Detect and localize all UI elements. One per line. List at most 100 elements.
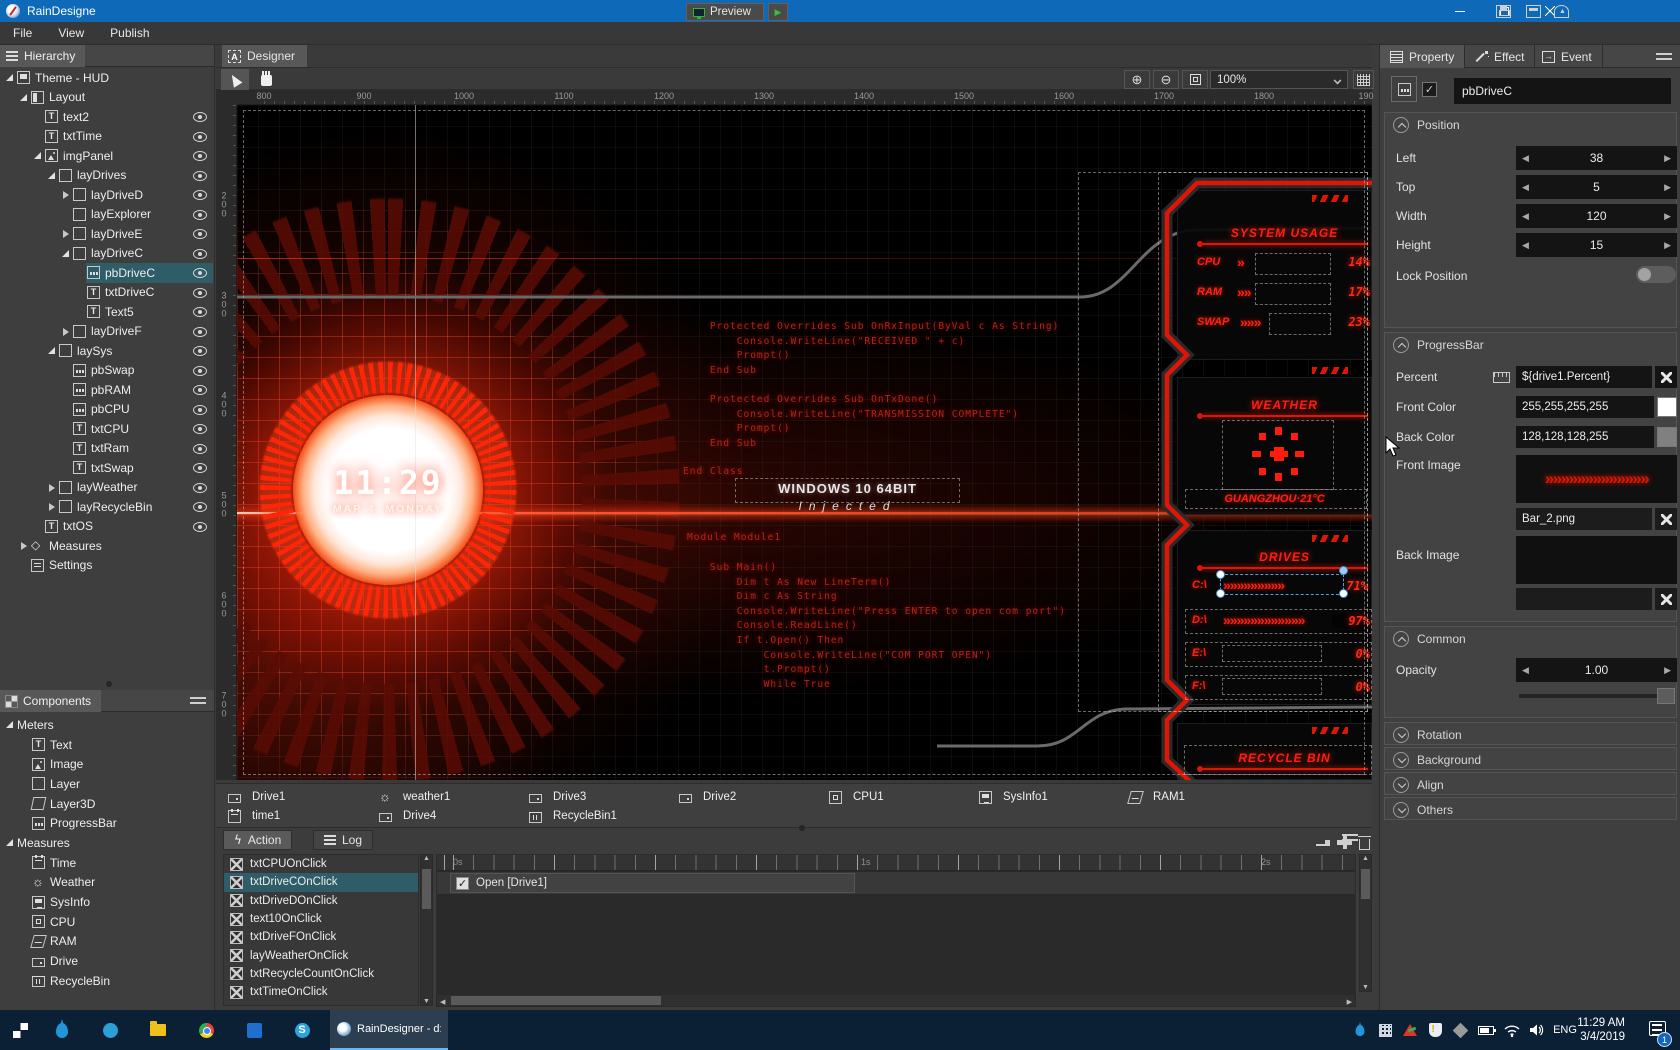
event-checkbox[interactable]: ✓ bbox=[456, 877, 469, 890]
action-item[interactable]: txtTimeOnClick bbox=[224, 983, 418, 1001]
tree-item-layout[interactable]: Layout bbox=[0, 88, 214, 108]
decrement-icon[interactable]: ◀ bbox=[1522, 153, 1529, 164]
collapse-chevron-icon[interactable] bbox=[1393, 117, 1409, 133]
opacity-slider-track[interactable] bbox=[1519, 694, 1671, 698]
increment-icon[interactable]: ▶ bbox=[1664, 665, 1671, 676]
visibility-eye-icon[interactable] bbox=[193, 346, 207, 356]
visibility-eye-icon[interactable] bbox=[193, 463, 207, 473]
expanded-arrow-icon[interactable] bbox=[32, 146, 45, 166]
taskbar-skype-icon[interactable]: S bbox=[288, 1016, 316, 1044]
tree-item-pbcpu[interactable]: pbCPU bbox=[0, 400, 214, 420]
tree-item-settings[interactable]: Settings bbox=[0, 556, 214, 576]
collapsed-arrow-icon[interactable] bbox=[60, 322, 73, 342]
selection-handle[interactable] bbox=[1216, 589, 1225, 598]
add-event-icon[interactable] bbox=[1337, 836, 1352, 849]
designer-tab[interactable]: Designer bbox=[222, 45, 307, 67]
bar-item-drive4[interactable]: Drive4 bbox=[379, 807, 436, 825]
collapsed-arrow-icon[interactable] bbox=[46, 478, 59, 498]
bar-item-drive3[interactable]: Drive3 bbox=[529, 788, 586, 806]
increment-icon[interactable]: ▶ bbox=[1664, 153, 1671, 164]
visibility-eye-icon[interactable] bbox=[193, 522, 207, 532]
tree-item-txtos[interactable]: txtOS bbox=[0, 517, 214, 537]
hud-os-text[interactable]: WINDOWS 10 64BIT bbox=[735, 481, 960, 496]
front-image-preview[interactable]: »»»»»»»»»»»»» bbox=[1516, 455, 1677, 503]
save-icon[interactable] bbox=[1496, 5, 1511, 18]
collapse-chevron-icon[interactable] bbox=[1393, 337, 1409, 353]
taskbar-clock[interactable]: 11:29 AM 3/4/2019 bbox=[1577, 1010, 1625, 1050]
action-item[interactable]: txtCPUOnClick bbox=[224, 855, 418, 873]
collapsed-arrow-icon[interactable] bbox=[60, 224, 73, 244]
increment-icon[interactable]: ▶ bbox=[1664, 182, 1671, 193]
visibility-eye-icon[interactable] bbox=[193, 132, 207, 142]
taskbar-edge-icon[interactable] bbox=[96, 1016, 124, 1044]
element-enabled-checkbox[interactable]: ✓ bbox=[1422, 82, 1437, 97]
component-weather[interactable]: Weather bbox=[0, 873, 214, 893]
tray-language[interactable]: ENG bbox=[1550, 1010, 1580, 1050]
tree-item-txtdrivec[interactable]: txtDriveC bbox=[0, 283, 214, 303]
decrement-icon[interactable]: ◀ bbox=[1522, 182, 1529, 193]
selection-handle[interactable] bbox=[1339, 589, 1348, 598]
component-sysinfo[interactable]: SysInfo bbox=[0, 892, 214, 912]
taskbar-active-app[interactable]: RainDesigner - d:\E... bbox=[330, 1010, 448, 1050]
components-tab[interactable]: Components bbox=[0, 690, 101, 712]
visibility-eye-icon[interactable] bbox=[193, 366, 207, 376]
tab-effect[interactable]: Effect bbox=[1466, 45, 1535, 68]
tree-item-txtram[interactable]: txtRam bbox=[0, 439, 214, 459]
expanded-arrow-icon[interactable] bbox=[46, 341, 59, 361]
tree-item-imgpanel[interactable]: imgPanel bbox=[0, 146, 214, 166]
bar-item-weather1[interactable]: weather1 bbox=[379, 788, 450, 806]
decrement-icon[interactable]: ◀ bbox=[1522, 211, 1529, 222]
tree-item-laydrivee[interactable]: layDriveE bbox=[0, 224, 214, 244]
front-color-swatch[interactable] bbox=[1657, 397, 1677, 417]
visibility-eye-icon[interactable] bbox=[193, 288, 207, 298]
action-item[interactable]: txtDriveDOnClick bbox=[224, 892, 418, 910]
tray-diamond-icon[interactable] bbox=[1450, 1010, 1470, 1050]
collapsed-arrow-icon[interactable] bbox=[60, 185, 73, 205]
expanded-arrow-icon[interactable] bbox=[18, 88, 31, 108]
bar-item-time1[interactable]: time1 bbox=[228, 807, 280, 825]
element-name-input[interactable] bbox=[1454, 78, 1671, 104]
selection-handle[interactable] bbox=[1339, 566, 1348, 575]
bar-item-drive1[interactable]: Drive1 bbox=[228, 788, 285, 806]
tray-battery-icon[interactable] bbox=[1475, 1010, 1497, 1050]
zoom-out-button[interactable]: ⊖ bbox=[1153, 70, 1179, 89]
tree-item-measures[interactable]: Measures bbox=[0, 536, 214, 556]
zoom-level-select[interactable]: 100% bbox=[1210, 70, 1348, 89]
taskbar-app-icon[interactable] bbox=[240, 1016, 268, 1044]
tray-graphics-icon[interactable] bbox=[1400, 1010, 1420, 1050]
start-button[interactable] bbox=[13, 1023, 28, 1038]
menu-file[interactable]: File bbox=[0, 22, 45, 44]
visibility-eye-icon[interactable] bbox=[193, 424, 207, 434]
tree-item-laysys[interactable]: laySys bbox=[0, 341, 214, 361]
timeline-vscrollbar[interactable]: ▲▼ bbox=[1359, 854, 1372, 992]
expanded-arrow-icon[interactable] bbox=[4, 715, 17, 735]
log-tab[interactable]: Log bbox=[313, 830, 373, 850]
tree-item-pbdrivec-selected[interactable]: pbDriveC bbox=[0, 263, 214, 283]
visibility-eye-icon[interactable] bbox=[193, 307, 207, 317]
pan-tool-button[interactable] bbox=[252, 69, 280, 90]
collapsed-arrow-icon[interactable] bbox=[46, 497, 59, 517]
grid-toggle-button[interactable] bbox=[1353, 70, 1374, 89]
tree-item-pbswap[interactable]: pbSwap bbox=[0, 361, 214, 381]
tree-item-laydrived[interactable]: layDriveD bbox=[0, 185, 214, 205]
component-text[interactable]: Text bbox=[0, 735, 214, 755]
component-recyclebin[interactable]: RecycleBin bbox=[0, 971, 214, 991]
components-menu-icon[interactable] bbox=[190, 697, 206, 705]
preview-button[interactable]: Preview bbox=[686, 3, 764, 21]
increment-icon[interactable]: ▶ bbox=[1664, 211, 1671, 222]
visibility-eye-icon[interactable] bbox=[193, 327, 207, 337]
tree-item-layrecyclebin[interactable]: layRecycleBin bbox=[0, 497, 214, 517]
opacity-slider-knob[interactable] bbox=[1657, 688, 1675, 704]
height-stepper[interactable]: ◀15▶ bbox=[1516, 233, 1677, 257]
timeline-hscrollbar[interactable]: ◀▶ bbox=[436, 994, 1356, 1007]
back-image-filename[interactable] bbox=[1516, 588, 1652, 610]
increment-icon[interactable]: ▶ bbox=[1664, 240, 1671, 251]
tree-item-txttime[interactable]: txtTime bbox=[0, 127, 214, 147]
taskbar-folder-icon[interactable] bbox=[144, 1016, 172, 1044]
selection-handle[interactable] bbox=[1216, 570, 1225, 579]
play-button[interactable]: ▶ bbox=[768, 3, 788, 21]
back-image-preview[interactable] bbox=[1516, 536, 1677, 584]
expanded-arrow-icon[interactable] bbox=[4, 833, 17, 853]
visibility-eye-icon[interactable] bbox=[193, 112, 207, 122]
expanded-arrow-icon[interactable] bbox=[46, 166, 59, 186]
